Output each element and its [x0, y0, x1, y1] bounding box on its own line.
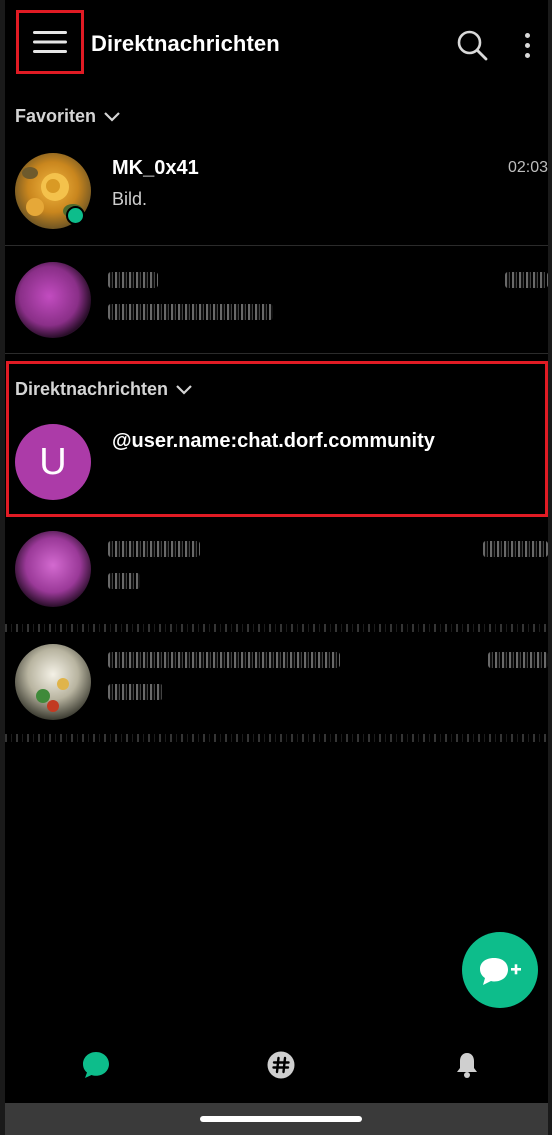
- menu-button[interactable]: [16, 10, 84, 74]
- room-row-user[interactable]: U @user.name:chat.dorf.community: [5, 414, 548, 510]
- redacted-noise: [5, 734, 548, 742]
- avatar: [15, 531, 91, 607]
- redacted-photo-avatar-icon: [15, 644, 91, 720]
- redacted-time: [483, 541, 548, 557]
- redacted-name: [108, 652, 340, 668]
- hash-icon[interactable]: [266, 1050, 296, 1080]
- redacted-name: [108, 541, 200, 557]
- room-row-redacted[interactable]: [5, 525, 548, 621]
- room-preview: Bild.: [112, 189, 148, 209]
- section-header-direct-messages[interactable]: Direktnachrichten: [15, 379, 192, 400]
- redacted-avatar-icon: [15, 531, 91, 607]
- section-label-direct-messages: Direktnachrichten: [15, 379, 169, 399]
- avatar: U: [15, 424, 91, 500]
- room-row-redacted[interactable]: [5, 250, 548, 346]
- redacted-name: [108, 272, 158, 288]
- bottom-navigation: [5, 1030, 548, 1102]
- search-icon[interactable]: [455, 28, 489, 62]
- redacted-preview: [108, 684, 163, 700]
- room-row-mk[interactable]: MK_0x41 Bild. 02:03: [5, 143, 548, 239]
- divider: [5, 245, 548, 246]
- redacted-time: [488, 652, 548, 668]
- screen-edge-right: [548, 0, 552, 1135]
- chevron-down-icon: [104, 111, 120, 122]
- section-header-favorites[interactable]: Favoriten: [15, 106, 120, 127]
- section-label-favorites: Favoriten: [15, 106, 97, 126]
- top-app-bar: Direktnachrichten: [5, 0, 548, 92]
- room-row-redacted[interactable]: [5, 636, 548, 732]
- redacted-avatar-icon: [15, 262, 91, 338]
- bell-icon[interactable]: [452, 1050, 482, 1080]
- hamburger-menu-icon: [33, 31, 67, 53]
- redacted-time: [505, 272, 548, 288]
- chat-bubble-icon[interactable]: [81, 1050, 111, 1080]
- room-name: MK_0x41: [112, 157, 199, 179]
- page-title: Direktnachrichten: [91, 31, 280, 56]
- chevron-down-icon: [176, 384, 192, 395]
- avatar: [15, 262, 91, 338]
- redacted-preview: [108, 304, 273, 320]
- avatar: [15, 644, 91, 720]
- redacted-preview: [108, 573, 140, 589]
- room-time: 02:03: [507, 159, 548, 176]
- new-chat-button[interactable]: [462, 932, 538, 1008]
- more-vert-icon[interactable]: [517, 28, 537, 62]
- new-chat-icon: [480, 958, 521, 985]
- redacted-noise: [5, 624, 548, 632]
- divider: [5, 353, 548, 354]
- room-name: @user.name:chat.dorf.community: [112, 430, 435, 452]
- gesture-handle[interactable]: [200, 1116, 362, 1122]
- online-presence-indicator: [66, 206, 85, 225]
- system-gesture-bar: [5, 1103, 548, 1135]
